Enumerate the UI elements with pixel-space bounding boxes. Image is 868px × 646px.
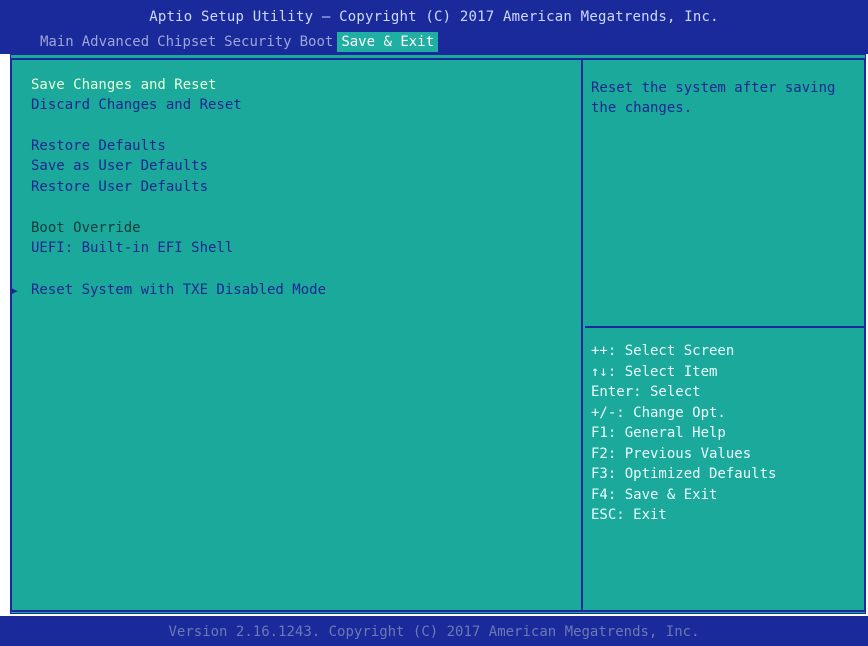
menu-item-discard-changes-reset[interactable]: Discard Changes and Reset (31, 96, 242, 114)
key-esc-exit: ESC: Exit (591, 507, 667, 523)
key-save-exit: F4: Save & Exit (591, 486, 718, 503)
help-pane (583, 60, 866, 612)
help-description: Reset the system after saving the change… (591, 80, 844, 116)
bios-screen: Aptio Setup Utility – Copyright (C) 2017… (0, 0, 868, 646)
tab-bar: Main Advanced Chipset Security Boot Save… (36, 32, 439, 52)
header-bar: Aptio Setup Utility – Copyright (C) 2017… (0, 0, 868, 54)
menu-item-uefi-shell[interactable]: UEFI: Built-in EFI Shell (31, 239, 233, 257)
tab-save-exit[interactable]: Save & Exit (337, 32, 439, 52)
footer-bar: Version 2.16.1243. Copyright (C) 2017 Am… (0, 616, 868, 646)
header-title: Aptio Setup Utility – Copyright (C) 2017… (149, 9, 719, 25)
footer-text: Version 2.16.1243. Copyright (C) 2017 Am… (168, 624, 700, 640)
tab-chipset[interactable]: Chipset (153, 32, 220, 52)
boot-override-heading: Boot Override (31, 220, 141, 236)
tab-security[interactable]: Security (220, 32, 295, 52)
menu-item-save-user-defaults[interactable]: Save as User Defaults (31, 157, 208, 175)
submenu-arrow-icon: ▶ (11, 284, 18, 297)
key-previous-values: F2: Previous Values (591, 445, 752, 462)
help-divider (585, 326, 866, 328)
key-general-help: F1: General Help (591, 425, 726, 441)
menu-item-save-changes-reset[interactable]: Save Changes and Reset (31, 76, 216, 94)
key-select-screen: ++: Select Screen (591, 343, 735, 359)
menu-item-restore-user-defaults[interactable]: Restore User Defaults (31, 178, 208, 196)
tab-boot[interactable]: Boot (296, 32, 338, 52)
tab-main[interactable]: Main (36, 32, 78, 52)
key-change-opt: +/-: Change Opt. (591, 404, 726, 421)
key-optimized-defaults: F3: Optimized Defaults (591, 466, 777, 482)
menu-item-restore-defaults[interactable]: Restore Defaults (31, 137, 166, 155)
key-select-item: ↑↓: Select Item (591, 363, 718, 380)
tab-advanced[interactable]: Advanced (78, 32, 153, 52)
key-legend: ++: Select Screen ↑↓: Select Item Enter:… (591, 341, 861, 526)
key-enter-select: Enter: Select (591, 384, 701, 400)
menu-item-reset-txe[interactable]: Reset System with TXE Disabled Mode (31, 281, 326, 299)
